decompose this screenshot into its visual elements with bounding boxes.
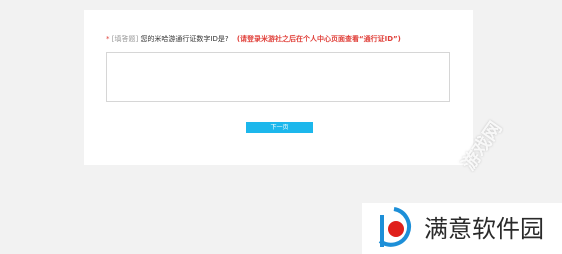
required-mark: * <box>106 35 110 43</box>
answer-textarea[interactable] <box>106 52 450 102</box>
question-hint: (请登录米游社之后在个人中心页面查看“通行证ID”) <box>236 35 401 43</box>
brand-watermark: 满意软件园 <box>362 203 562 254</box>
brand-logo-icon <box>378 207 411 247</box>
next-page-button[interactable]: 下一页 <box>246 122 313 133</box>
brand-text: 满意软件园 <box>424 215 544 243</box>
question-type: [填答题] <box>111 35 139 43</box>
question-label: * [填答题] 您的米哈游通行证数字ID是? (请登录米游社之后在个人中心页面查… <box>106 34 401 44</box>
question-text: 您的米哈游通行证数字ID是? <box>140 35 229 43</box>
survey-card: * [填答题] 您的米哈游通行证数字ID是? (请登录米游社之后在个人中心页面查… <box>84 10 473 165</box>
